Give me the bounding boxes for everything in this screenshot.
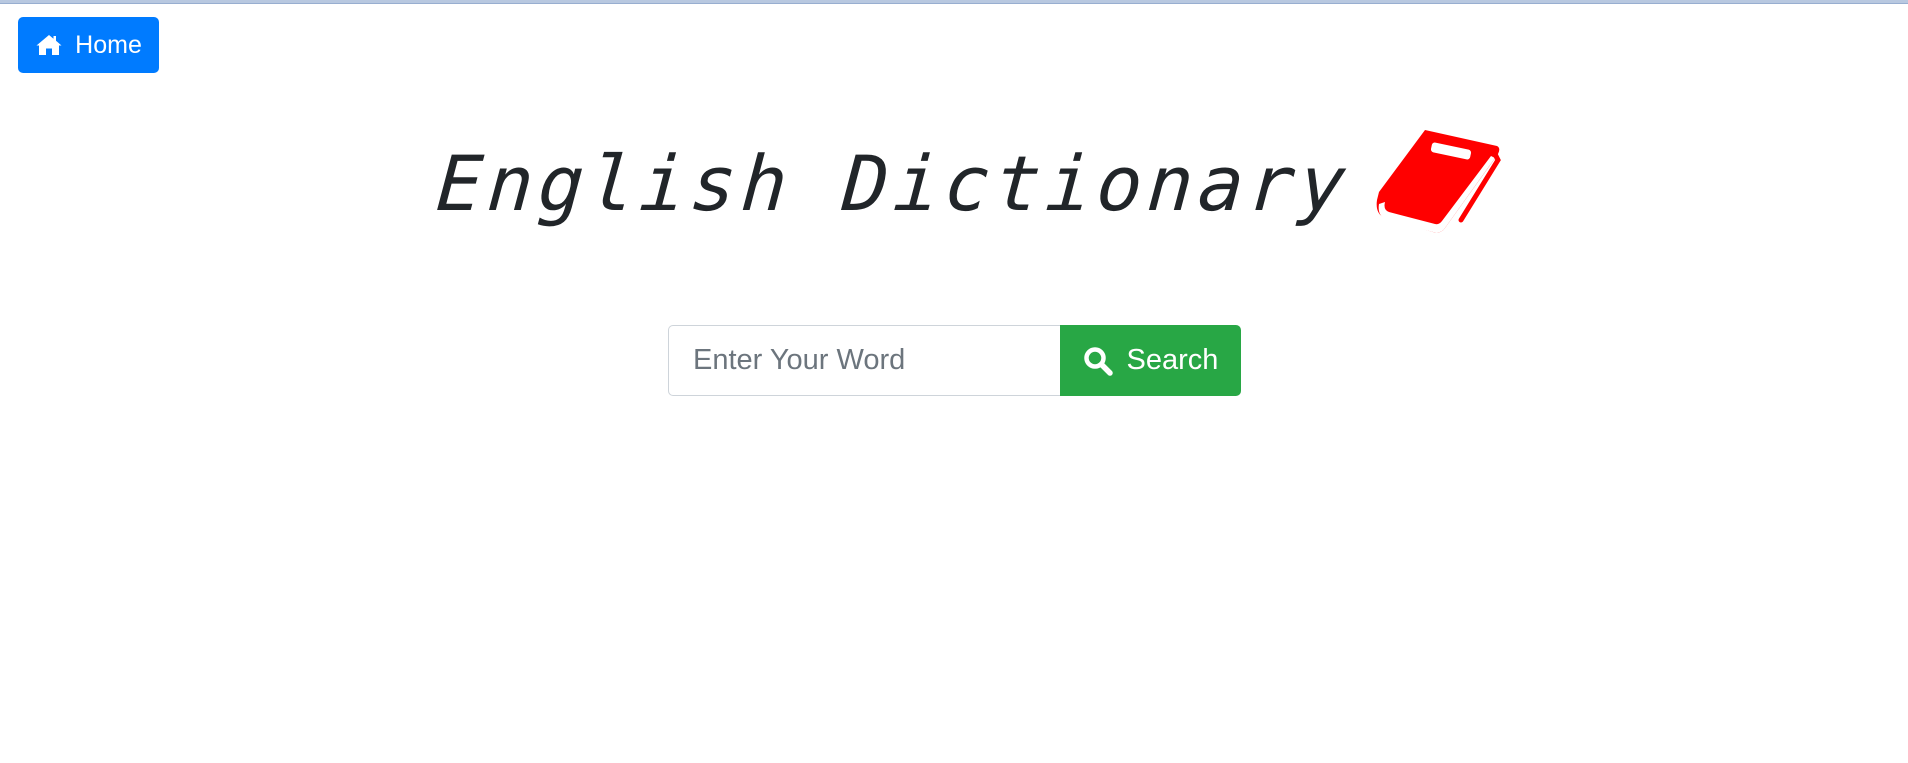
search-form: Search [668,325,1241,396]
search-icon [1083,346,1113,376]
book-icon [1373,124,1501,242]
home-button[interactable]: Home [18,17,159,73]
search-button[interactable]: Search [1060,325,1241,396]
page-title: English Dictionary [434,138,1354,228]
search-button-label: Search [1126,344,1219,376]
home-icon [35,33,63,57]
top-border [0,0,1908,4]
home-button-label: Home [75,30,142,59]
search-input[interactable] [668,325,1060,396]
page-header: English Dictionary [0,118,1908,248]
